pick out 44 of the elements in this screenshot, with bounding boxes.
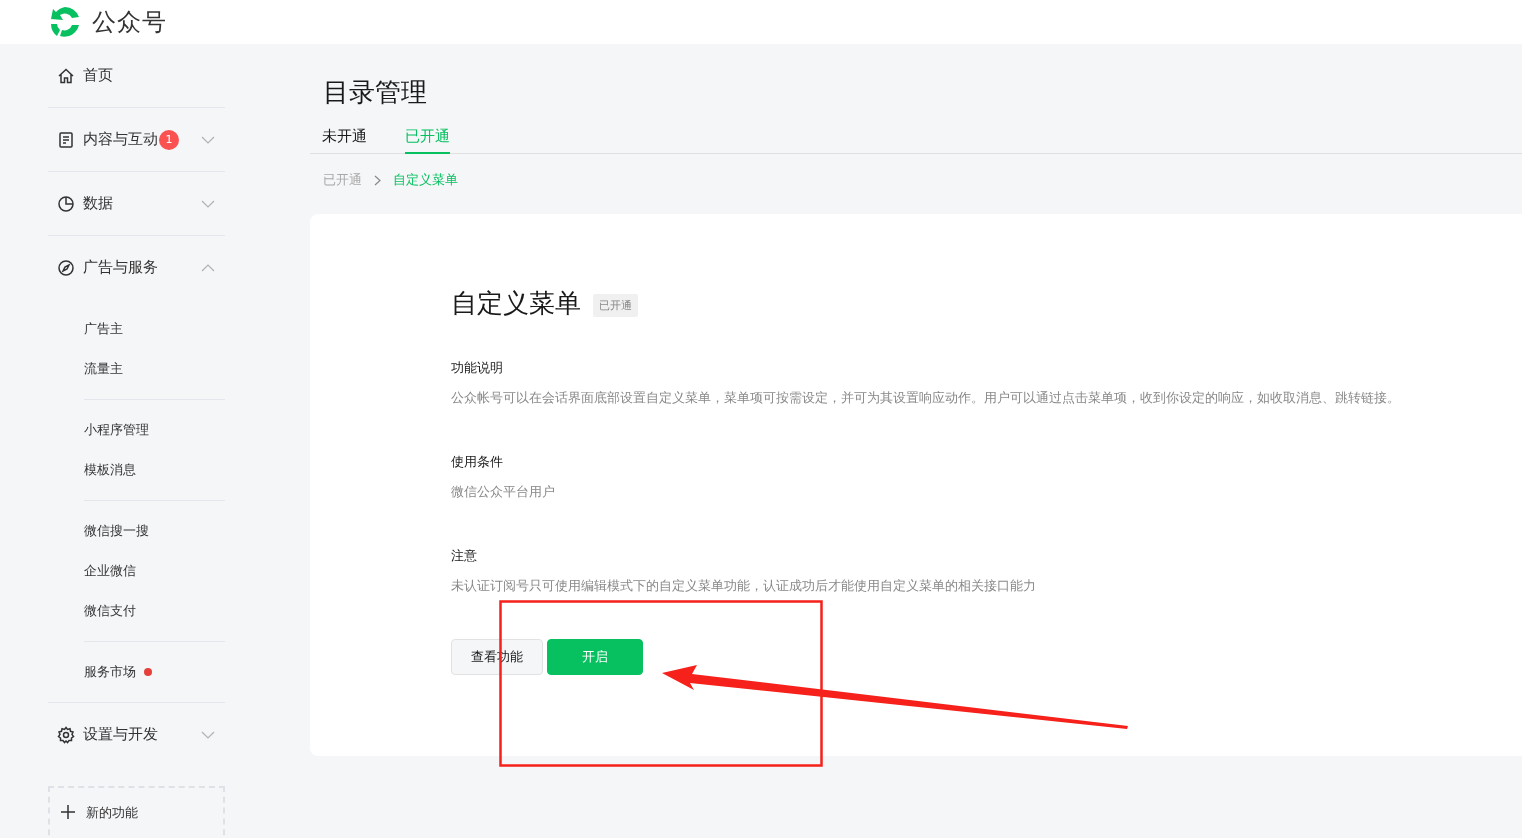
page-title: 目录管理	[323, 76, 428, 109]
nav-subitem[interactable]: 服务市场	[84, 663, 136, 681]
chevron-icon[interactable]	[201, 263, 215, 272]
nav-label: 设置与开发	[83, 725, 158, 744]
nav-item[interactable]: 首页	[48, 44, 225, 107]
section-text: 微信公众平台用户	[451, 483, 556, 501]
tab[interactable]: 未开通	[322, 127, 367, 154]
section-heading: 注意	[451, 547, 478, 565]
nav-subitem[interactable]: 模板消息	[84, 461, 136, 479]
section-heading: 使用条件	[451, 453, 504, 471]
nav-label: 内容与互动	[83, 130, 158, 149]
new-feature-panel[interactable]: 新的功能	[48, 786, 225, 838]
section-text: 公众帐号可以在会话界面底部设置自定义菜单，菜单项可按需设定，并可为其设置响应动作。用户可以通过点击菜单项，收到你设定的响应，如收取消息、跳转链接。	[451, 389, 1401, 407]
chevron-icon[interactable]	[201, 135, 215, 144]
nav-subitem[interactable]: 微信搜一搜	[84, 522, 149, 540]
pie-chart-icon	[57, 194, 75, 213]
nav-label: 首页	[83, 66, 113, 85]
nav-item[interactable]: 广告与服务	[48, 236, 225, 299]
card-title: 自定义菜单	[451, 287, 581, 320]
brand-title: 公众号	[92, 7, 167, 38]
nav-item[interactable]: 设置与开发	[48, 703, 225, 766]
compass-icon	[57, 258, 75, 277]
home-icon	[57, 66, 75, 85]
settings-icon	[57, 725, 75, 744]
nav-subitem[interactable]: 广告主	[84, 320, 123, 338]
document-icon	[57, 130, 75, 149]
nav-item[interactable]: 数据	[48, 172, 225, 235]
nav-item[interactable]: 内容与互动 1	[48, 108, 225, 171]
nav-label: 数据	[83, 194, 113, 213]
section-heading: 功能说明	[451, 359, 504, 377]
plus-icon	[60, 804, 76, 820]
nav-subitem[interactable]: 小程序管理	[84, 421, 149, 439]
nav-label: 广告与服务	[83, 258, 158, 277]
chevron-right-icon	[374, 174, 381, 186]
nav-subitem[interactable]: 微信支付	[84, 602, 136, 620]
nav-subitem[interactable]: 流量主	[84, 360, 123, 378]
logo-icon	[48, 5, 82, 39]
new-feature-label: 新的功能	[86, 804, 138, 822]
nav-subitem[interactable]: 企业微信	[84, 562, 136, 580]
chevron-icon[interactable]	[201, 199, 215, 208]
status-tag: 已开通	[593, 294, 638, 317]
section-text: 未认证订阅号只可使用编辑模式下的自定义菜单功能，认证成功后才能使用自定义菜单的相关接口能力	[451, 577, 1037, 595]
chevron-icon[interactable]	[201, 730, 215, 739]
count-badge: 1	[159, 129, 179, 150]
